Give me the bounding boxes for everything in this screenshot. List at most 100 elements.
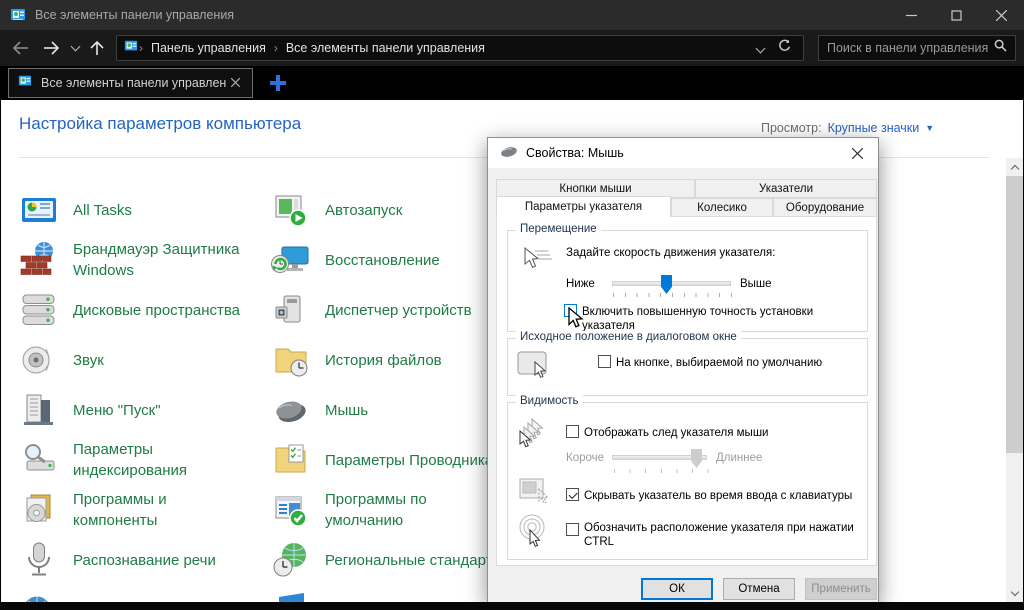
hide-pointer-icon: [518, 477, 556, 512]
sound-icon: [19, 340, 59, 380]
list-item-start-menu[interactable]: Меню "Пуск": [19, 385, 269, 435]
item-label[interactable]: Брандмауэр Защитника Windows: [73, 239, 239, 281]
list-item-storage-spaces[interactable]: Дисковые пространства: [19, 285, 269, 335]
dialog-titlebar: Свойства: Мышь: [488, 138, 878, 168]
pointer-trail-label: Отображать след указателя мыши: [584, 426, 768, 440]
snap-to-button-icon: [516, 349, 556, 388]
window-bottom-edge: [0, 602, 1024, 610]
locate-on-ctrl-checkbox[interactable]: [566, 523, 579, 536]
address-dropdown-chevron-icon[interactable]: [749, 39, 772, 57]
search-box[interactable]: [818, 35, 1016, 61]
refresh-icon[interactable]: [772, 39, 797, 57]
locate-pointer-icon: [516, 513, 552, 554]
list-item-all-tasks[interactable]: All Tasks: [19, 185, 269, 235]
movement-group: Перемещение Задайте скорость движения ук…: [507, 230, 868, 332]
mouse-icon: [271, 390, 311, 430]
firewall-icon: [19, 240, 59, 280]
dialog-tab-pointers[interactable]: Указатели: [695, 179, 877, 198]
tab-close-icon[interactable]: [227, 76, 244, 90]
pointer-speed-slider[interactable]: [612, 281, 731, 286]
forward-button[interactable]: [36, 34, 66, 62]
view-value-dropdown[interactable]: Крупные значки: [828, 121, 920, 135]
address-location-icon: [123, 39, 139, 58]
dialog-tab-pointer-options[interactable]: Параметры указателя: [496, 196, 671, 217]
tab-label: Кнопки мыши: [559, 183, 631, 195]
list-item-sound[interactable]: Звук: [19, 335, 269, 385]
item-label[interactable]: Меню "Пуск": [73, 400, 161, 421]
tab-all-control-panel-items[interactable]: Все элементы панели управления: [8, 68, 253, 98]
item-label[interactable]: Региональные стандарты: [325, 550, 503, 571]
breadcrumb-all-items[interactable]: Все элементы панели управления: [278, 41, 493, 55]
scroll-up-icon[interactable]: [1006, 158, 1023, 175]
scroll-down-icon[interactable]: [1006, 585, 1023, 602]
ok-button[interactable]: ОК: [641, 578, 713, 600]
button-label: Применить: [811, 583, 870, 595]
list-item-programs-features[interactable]: Программы и компоненты: [19, 485, 269, 535]
tab-label: Параметры указателя: [525, 201, 642, 213]
item-label[interactable]: Распознавание речи: [73, 550, 216, 571]
item-label[interactable]: Параметры Проводника: [325, 450, 493, 471]
folder-options-icon: [271, 440, 311, 480]
breadcrumb-control-panel[interactable]: Панель управления: [143, 41, 274, 55]
tab-label: Колесико: [697, 202, 747, 214]
visibility-group: Видимость Отображать след указателя мыши…: [507, 402, 868, 560]
item-label[interactable]: Диспетчер устройств: [325, 300, 472, 321]
browser-icon: [19, 590, 59, 602]
pointer-options-pane: Перемещение Задайте скорость движения ук…: [496, 216, 877, 566]
item-label[interactable]: Дисковые пространства: [73, 300, 240, 321]
cancel-button[interactable]: Отмена: [723, 578, 795, 600]
item-label[interactable]: Мышь: [325, 400, 368, 421]
locate-on-ctrl-label: Обозначить расположение указателя при на…: [584, 521, 866, 549]
item-label[interactable]: Программы по умолчанию: [325, 489, 427, 531]
pointer-trail-checkbox[interactable]: [566, 425, 579, 438]
item-label[interactable]: История файлов: [325, 350, 442, 371]
tab-label: Указатели: [759, 183, 813, 195]
tab-label: Оборудование: [786, 202, 864, 214]
dialog-title: Свойства: Мышь: [526, 146, 624, 160]
hide-while-typing-checkbox[interactable]: [566, 488, 579, 501]
vertical-scrollbar[interactable]: [1006, 158, 1023, 602]
speech-icon: [19, 540, 59, 580]
list-item-speech-recognition[interactable]: Распознавание речи: [19, 535, 269, 585]
scrollbar-thumb[interactable]: [1006, 176, 1023, 453]
trail-length-slider-thumb: [691, 449, 702, 468]
hide-while-typing-label: Скрывать указатель во время ввода с клав…: [584, 489, 852, 503]
programs-icon: [19, 490, 59, 530]
storage-spaces-icon: [19, 290, 59, 330]
close-button[interactable]: [979, 0, 1024, 30]
control-panel-window: Все элементы панели управления › Панель …: [0, 0, 1024, 610]
recent-pages-chevron-icon[interactable]: [66, 34, 84, 62]
dialog-tab-wheel[interactable]: Колесико: [671, 198, 773, 217]
item-label[interactable]: Автозапуск: [325, 200, 402, 221]
list-item-indexing-options[interactable]: Параметры индексирования: [19, 435, 269, 485]
navigation-bar: › Панель управления › Все элементы панел…: [0, 30, 1024, 66]
item-label[interactable]: Звук: [73, 350, 104, 371]
recovery-icon: [271, 240, 311, 280]
trail-long-label: Длиннее: [716, 451, 762, 465]
view-dropdown-caret-icon[interactable]: ▼: [925, 123, 934, 133]
pointer-speed-slider-thumb[interactable]: [661, 275, 672, 294]
new-tab-button[interactable]: [269, 74, 287, 92]
address-bar[interactable]: › Панель управления › Все элементы панел…: [116, 35, 804, 61]
item-label[interactable]: Параметры индексирования: [73, 439, 187, 481]
dialog-tab-hardware[interactable]: Оборудование: [773, 198, 877, 217]
search-input[interactable]: [827, 41, 994, 55]
item-label[interactable]: All Tasks: [73, 200, 132, 221]
item-label[interactable]: Программы и компоненты: [73, 489, 167, 531]
snap-to-checkbox[interactable]: [598, 355, 611, 368]
back-button[interactable]: [6, 34, 36, 62]
minimize-button[interactable]: [889, 0, 934, 30]
trail-short-label: Короче: [566, 451, 604, 465]
tab-favicon: [17, 74, 33, 93]
apply-button: Применить: [805, 578, 877, 600]
search-icon[interactable]: [994, 39, 1007, 57]
list-item-internet-options[interactable]: Свойства браузера: [19, 585, 269, 602]
maximize-button[interactable]: [934, 0, 979, 30]
item-label[interactable]: Восстановление: [325, 250, 440, 271]
page-title: Настройка параметров компьютера: [19, 114, 301, 134]
slider-ticks: [614, 469, 709, 473]
enhance-precision-label: Включить повышенную точность установки у…: [582, 305, 867, 333]
dialog-close-icon[interactable]: [836, 138, 878, 168]
list-item-firewall[interactable]: Брандмауэр Защитника Windows: [19, 235, 269, 285]
up-button[interactable]: [84, 34, 110, 62]
